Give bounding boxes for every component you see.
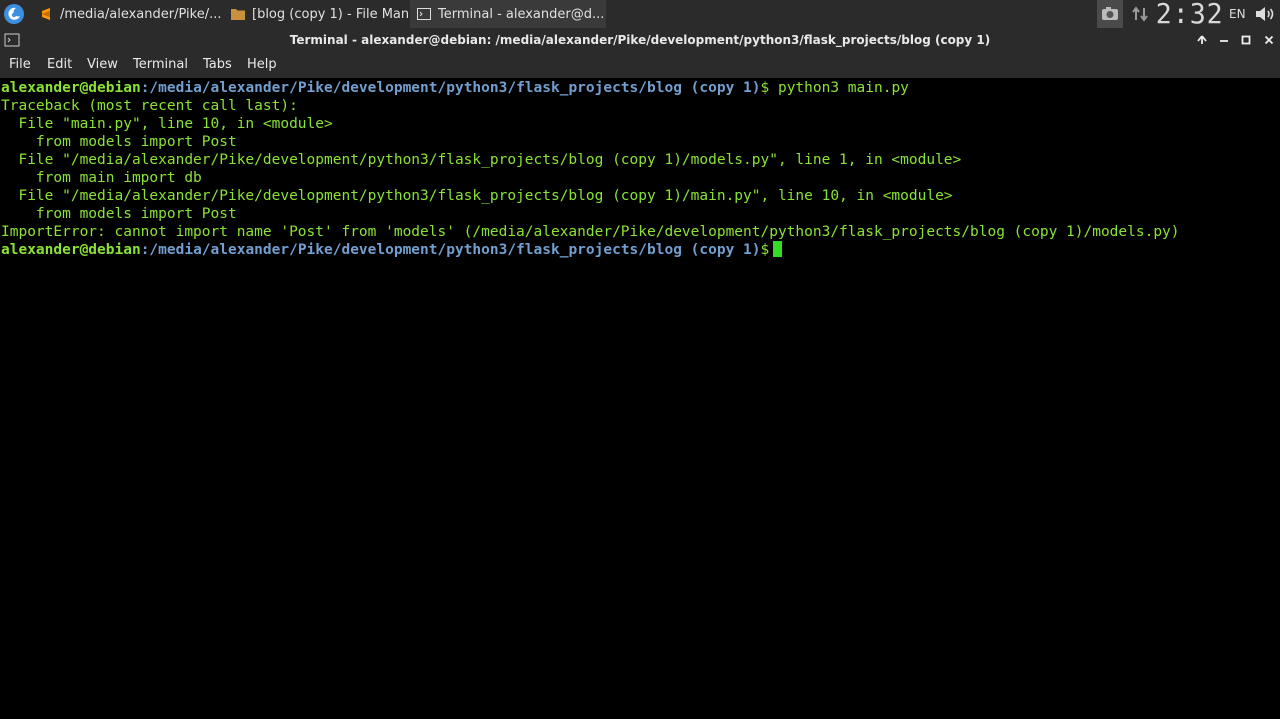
menubar: File Edit View Terminal Tabs Help <box>0 52 1280 78</box>
prompt-line: alexander@debian:/media/alexander/Pike/d… <box>1 79 909 97</box>
task-label: Terminal - alexander@d... <box>438 6 605 22</box>
output-line: from models import Post <box>1 206 237 222</box>
window-titlebar[interactable]: Terminal - alexander@debian: /media/alex… <box>0 28 1280 52</box>
prompt-path: :/media/alexander/Pike/development/pytho… <box>140 80 761 96</box>
task-sublime-text[interactable]: /media/alexander/Pike/... <box>32 0 230 28</box>
sublime-text-icon <box>38 6 54 22</box>
output-line: File "main.py", line 10, in <module> <box>1 116 333 132</box>
command-text: python3 main.py <box>769 80 909 96</box>
camera-icon <box>1102 7 1118 20</box>
menu-help[interactable]: Help <box>247 52 277 78</box>
terminal-area[interactable]: alexander@debian:/media/alexander/Pike/d… <box>0 78 1280 719</box>
prompt-path: :/media/alexander/Pike/development/pytho… <box>140 242 761 258</box>
output-line: ImportError: cannot import name 'Post' f… <box>1 224 1180 240</box>
output-line: from models import Post <box>1 134 237 150</box>
maximize-icon <box>1241 35 1251 45</box>
minimize-button[interactable] <box>1216 32 1232 48</box>
menu-edit[interactable]: Edit <box>47 52 72 78</box>
minimize-icon <box>1220 40 1228 42</box>
task-terminal[interactable]: Terminal - alexander@d... <box>410 0 606 28</box>
output-line: from main import db <box>1 170 202 186</box>
folder-icon <box>230 6 246 22</box>
applications-menu-button[interactable] <box>0 0 28 28</box>
prompt-symbol: $ <box>760 242 770 258</box>
close-button[interactable] <box>1261 32 1277 48</box>
terminal-icon <box>416 6 432 22</box>
keep-above-button[interactable] <box>1194 32 1210 48</box>
output-line: File "/media/alexander/Pike/development/… <box>1 152 962 168</box>
menu-file[interactable]: File <box>9 52 31 78</box>
clock[interactable]: 2:32 <box>1156 0 1224 28</box>
menu-tabs[interactable]: Tabs <box>203 52 232 78</box>
task-label: [blog (copy 1) - File Man... <box>252 6 420 22</box>
close-icon <box>1264 35 1274 45</box>
menu-terminal[interactable]: Terminal <box>133 52 188 78</box>
menu-view[interactable]: View <box>87 52 118 78</box>
tray-volume-button[interactable] <box>1252 0 1278 28</box>
tray-network-button[interactable] <box>1128 0 1152 28</box>
task-file-manager[interactable]: [blog (copy 1) - File Man... <box>224 0 420 28</box>
keyboard-layout-indicator[interactable]: EN <box>1229 0 1246 28</box>
volume-icon <box>1256 7 1274 21</box>
prompt-line-current: alexander@debian:/media/alexander/Pike/d… <box>1 241 783 259</box>
window-title: Terminal - alexander@debian: /media/alex… <box>289 33 991 47</box>
task-label: /media/alexander/Pike/... <box>60 6 222 22</box>
network-arrows-icon <box>1132 6 1148 22</box>
arrow-up-icon <box>1197 35 1207 44</box>
output-line: Traceback (most recent call last): <box>1 98 298 114</box>
prompt-user: alexander@debian <box>1 242 141 258</box>
prompt-symbol: $ <box>760 80 770 96</box>
output-line: File "/media/alexander/Pike/development/… <box>1 188 953 204</box>
text-cursor <box>773 241 783 257</box>
maximize-button[interactable] <box>1238 32 1254 48</box>
prompt-user: alexander@debian <box>1 80 141 96</box>
tray-screenshot-button[interactable] <box>1097 0 1123 28</box>
debian-logo-icon <box>4 4 24 24</box>
taskbar: /media/alexander/Pike/... [blog (copy 1)… <box>0 0 1280 28</box>
